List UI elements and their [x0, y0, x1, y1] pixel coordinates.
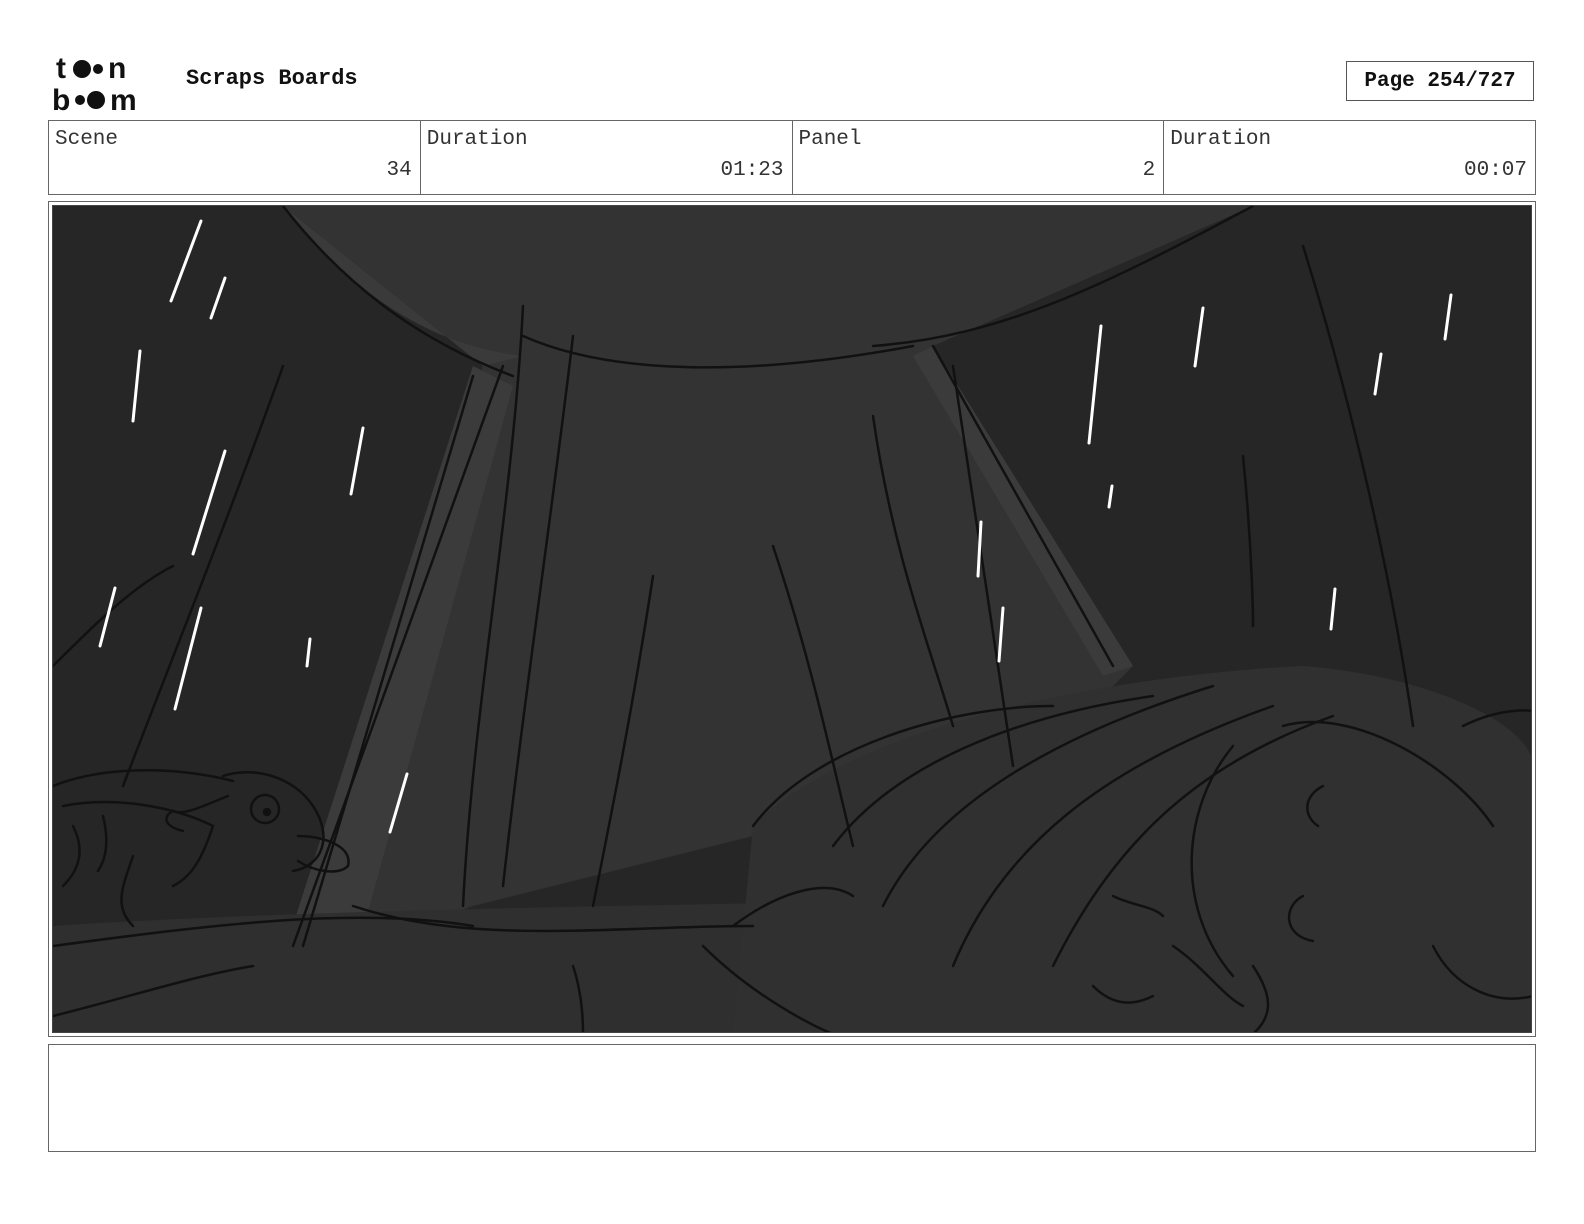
storyboard-panel-image: [52, 205, 1532, 1033]
panel-duration-label: Duration: [1170, 128, 1272, 151]
scene-value: 34: [386, 159, 412, 182]
scene-cell: Scene 34: [49, 121, 421, 194]
panel-label: Panel: [798, 128, 862, 151]
scene-label: Scene: [55, 128, 119, 151]
tent-rain-sketch: [53, 206, 1531, 1032]
panel-value: 2: [1142, 159, 1156, 182]
panel-duration-value: 00:07: [1463, 159, 1527, 182]
scene-info-bar: Scene 34 Duration 01:23 Panel 2 Duration…: [48, 120, 1536, 195]
svg-text:m: m: [110, 84, 137, 112]
panel-notes-box: [48, 1044, 1536, 1152]
svg-text:t: t: [56, 52, 66, 85]
svg-text:b: b: [52, 84, 70, 112]
svg-text:n: n: [108, 52, 126, 85]
scene-duration-label: Duration: [426, 128, 528, 151]
scene-duration-cell: Duration 01:23: [421, 121, 793, 194]
toon-boom-logo: t n b m: [52, 52, 137, 112]
panel-duration-cell: Duration 00:07: [1164, 121, 1535, 194]
document-title: Scraps Boards: [186, 66, 358, 91]
scene-duration-value: 01:23: [720, 159, 784, 182]
panel-cell: Panel 2: [793, 121, 1165, 194]
page-indicator: Page 254/727: [1346, 61, 1534, 101]
